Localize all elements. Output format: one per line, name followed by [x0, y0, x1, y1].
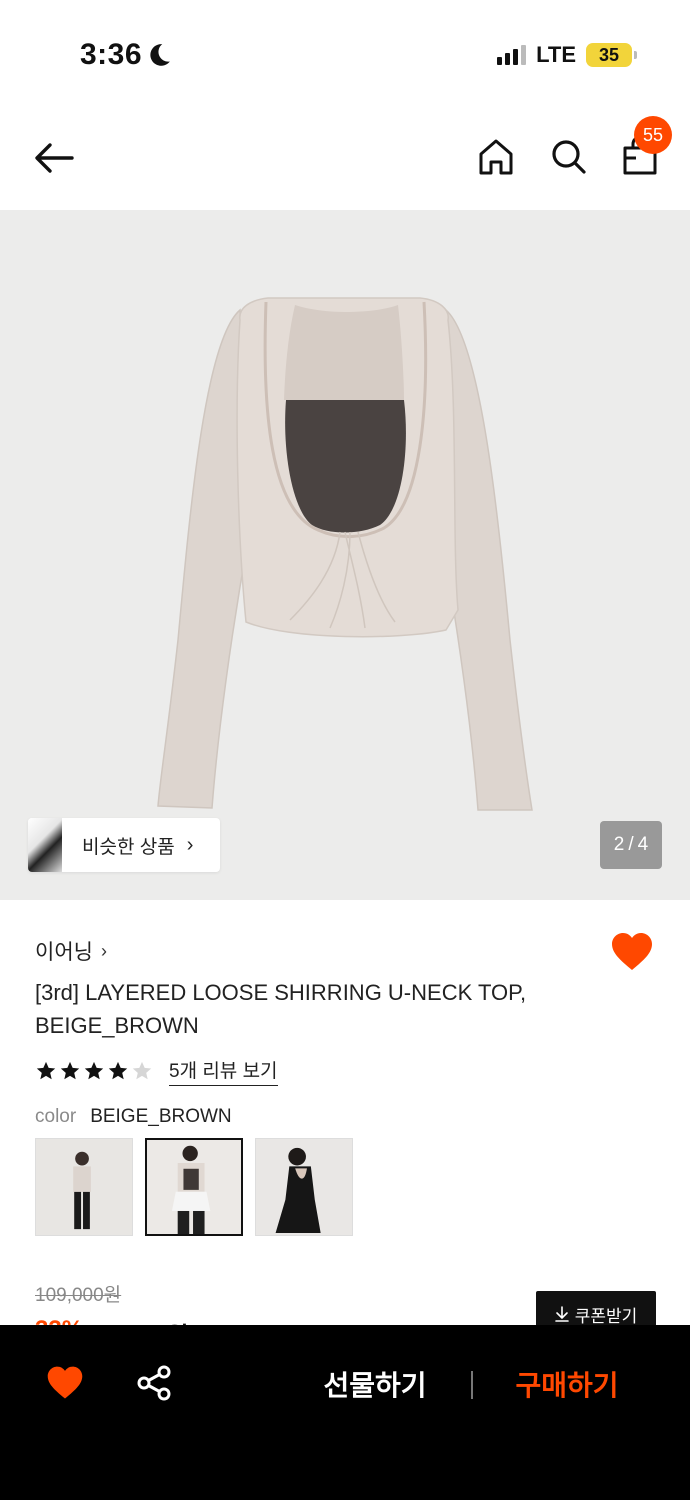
wishlist-heart-icon[interactable]	[610, 932, 654, 972]
brand-link[interactable]: 이어닝 ›	[35, 936, 107, 966]
battery-icon: 35	[586, 43, 637, 67]
product-image	[157, 297, 533, 811]
product-title: [3rd] LAYERED LOOSE SHIRRING U-NECK TOP,…	[35, 980, 527, 1038]
search-icon[interactable]	[550, 136, 586, 176]
swatch-image	[256, 1139, 352, 1235]
product-image-gallery[interactable]: 비슷한 상품 › 2 / 4	[0, 210, 690, 900]
status-bar: 3:36 LTE 35	[0, 0, 690, 110]
swatch-image	[147, 1140, 241, 1234]
chevron-right-icon: ›	[186, 833, 194, 856]
color-swatch-2[interactable]	[145, 1138, 243, 1236]
color-label: color	[35, 1106, 77, 1127]
pager-current: 2	[613, 834, 625, 855]
swatch-image	[36, 1139, 132, 1235]
cart-button[interactable]: 55	[622, 116, 672, 176]
star-filled-icon	[60, 1061, 80, 1080]
coupon-label: 쿠폰받기	[574, 1306, 638, 1326]
star-filled-icon	[36, 1061, 56, 1080]
chevron-right-icon: ›	[100, 940, 107, 961]
battery-level: 35	[598, 44, 620, 65]
status-indicators: LTE 35	[497, 42, 637, 68]
heart-icon[interactable]	[46, 1365, 84, 1401]
pager-total: 4	[637, 834, 649, 855]
time-text: 3:36	[80, 38, 143, 71]
cart-count-badge: 55	[634, 116, 672, 154]
pager-separator: /	[628, 834, 634, 855]
star-empty-icon	[132, 1061, 152, 1080]
bottom-action-bar: 선물하기 구매하기	[0, 1325, 690, 1500]
star-filled-icon	[84, 1061, 104, 1080]
image-pager: 2 / 4	[600, 821, 662, 869]
download-icon	[554, 1306, 569, 1322]
similar-products-label: 비슷한 상품	[82, 836, 175, 858]
color-swatch-1[interactable]	[35, 1138, 133, 1236]
buy-button[interactable]: 구매하기	[492, 1361, 642, 1407]
similar-products-button[interactable]: 비슷한 상품 ›	[28, 818, 220, 872]
brand-name: 이어닝	[35, 941, 93, 964]
gift-button[interactable]: 선물하기	[300, 1361, 450, 1407]
divider	[471, 1371, 473, 1399]
moon-icon	[150, 44, 170, 66]
nav-actions: 55	[478, 116, 672, 176]
rating-row: 5개 리뷰 보기	[35, 1056, 278, 1086]
color-swatch-3[interactable]	[255, 1138, 353, 1236]
review-link[interactable]: 5개 리뷰 보기	[169, 1056, 278, 1086]
color-row: color BEIGE_BROWN	[35, 1106, 232, 1128]
color-value: BEIGE_BROWN	[90, 1106, 232, 1127]
original-price: 109,000원	[35, 1285, 122, 1306]
color-swatches	[35, 1138, 353, 1236]
signal-icon	[497, 45, 527, 65]
back-arrow-icon[interactable]	[32, 138, 76, 178]
home-icon[interactable]	[478, 136, 514, 176]
top-nav: 55	[0, 116, 690, 198]
share-icon[interactable]	[136, 1365, 172, 1401]
network-type: LTE	[536, 42, 576, 67]
star-rating	[35, 1060, 153, 1082]
star-filled-icon	[108, 1061, 128, 1080]
similar-product-thumbnail	[28, 818, 62, 872]
status-time: 3:36	[80, 38, 172, 72]
